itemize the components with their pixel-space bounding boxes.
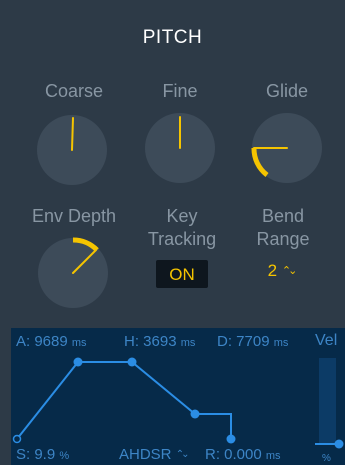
key-tracking-label: Key Tracking [130, 205, 234, 250]
bend-range-label-line1: Bend [261, 206, 305, 226]
release-node[interactable] [226, 434, 236, 444]
key-tracking-label-line1: Key [166, 206, 198, 226]
envelope-editor[interactable]: A: 9689 ms H: 3693 ms D: 7709 ms Vel S: … [11, 328, 345, 465]
envelope-mode-value: AHDSR [119, 446, 172, 463]
stepper-icon: ⌃⌄ [281, 265, 298, 277]
coarse-knob[interactable] [37, 115, 107, 185]
release-value: 0.000 [224, 446, 262, 463]
velocity-unit: % [322, 453, 331, 464]
sustain-readout[interactable]: S: 9.9 % [16, 446, 69, 463]
env-depth-knob[interactable] [38, 237, 108, 308]
hold-node[interactable] [127, 357, 137, 367]
attack-node[interactable] [73, 357, 83, 367]
bend-range-label: Bend Range [240, 205, 326, 250]
coarse-label: Coarse [44, 81, 104, 101]
panel-title: PITCH [142, 27, 203, 48]
key-tracking-label-line2: Tracking [147, 228, 217, 249]
sustain-value: 9.9 [34, 446, 56, 463]
bend-range-value: 2 [267, 261, 278, 280]
glide-label: Glide [265, 81, 309, 101]
decay-node[interactable] [190, 409, 200, 419]
stepper-icon: ⌃⌄ [175, 449, 190, 460]
velocity-node[interactable] [334, 439, 344, 449]
release-prefix: R: [205, 446, 225, 463]
envelope-graph[interactable] [11, 328, 345, 465]
fine-label: Fine [162, 81, 198, 101]
release-unit: ms [265, 450, 281, 462]
bend-range-label-line2: Range [256, 228, 310, 249]
release-readout[interactable]: R: 0.000 ms [205, 446, 281, 463]
glide-knob[interactable] [251, 113, 322, 183]
envelope-mode-selector[interactable]: AHDSR ⌃⌄ [119, 446, 190, 463]
sustain-prefix: S: [16, 446, 35, 463]
sustain-unit: % [59, 450, 70, 462]
key-tracking-on-button[interactable]: ON [156, 260, 208, 288]
envelope-start-node[interactable] [12, 434, 22, 444]
env-depth-label: Env Depth [31, 206, 117, 226]
fine-knob[interactable] [145, 113, 215, 183]
bend-range-stepper[interactable]: 2 ⌃⌄ [256, 261, 306, 281]
